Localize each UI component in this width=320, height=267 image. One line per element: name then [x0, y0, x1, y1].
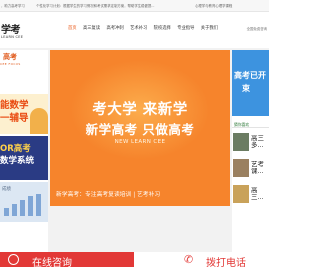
bar-graphic — [4, 194, 44, 216]
hero-subheadline: 新学高考 只做高考 — [85, 122, 195, 137]
article-title: 高三多... — [251, 135, 264, 149]
hero-caption-bar: 新学高考：专注高考复读培训 | 艺考补习 — [50, 182, 230, 206]
hero-caption: 新学高考：专注高考复读培训 | 艺考补习 — [56, 192, 161, 198]
main-nav: 首页 高三复读 高考冲刺 艺术补习 院校选择 专业指导 关于我们 — [68, 25, 223, 33]
sidebar-section-heading: 猜你喜欢 — [232, 120, 269, 128]
promo-tile-subtitle: CEE FOCUS — [0, 62, 21, 66]
nav-major-guide[interactable]: 专业指导 — [177, 25, 194, 31]
promo-tile-line: 一辅导 — [0, 113, 29, 124]
nav-school-select[interactable]: 院校选择 — [154, 25, 171, 31]
site-logo[interactable]: 学考 LEARN CEE — [0, 14, 48, 44]
article-title: 高三... — [251, 187, 264, 201]
nav-about[interactable]: 关于我们 — [201, 25, 218, 31]
sidebar-ad-line: 高考已开 — [234, 71, 266, 80]
sidebar-ad[interactable]: 高考已开 束 — [232, 50, 269, 116]
sidebar-ad-line: 束 — [242, 84, 250, 93]
page: ，助力高考学习 个性化学习计划：根据学生的学习情况和考试需求定制方案，帮助学生稳… — [0, 0, 269, 267]
left-promo-column: 高考 CEE FOCUS 能数学 一辅导 OR高考 数学系统 成绩 — [0, 50, 48, 267]
article-title: 艺考课... — [251, 161, 264, 175]
nav-sprint[interactable]: 高考冲刺 — [107, 25, 124, 31]
promo-tile-line: 能数学 — [0, 100, 29, 111]
site-header: 学考 LEARN CEE 首页 高三复读 高考冲刺 艺术补习 院校选择 专业指导… — [0, 12, 269, 48]
sidebar-article[interactable]: 高三多... — [232, 132, 269, 152]
logo-subtitle: LEARN CEE — [1, 35, 24, 39]
student-illustration — [30, 108, 48, 134]
topbar-item[interactable]: 个性化学习计划：根据学生的学习情况和考试需求定制方案，帮助学生稳健提... — [36, 3, 155, 8]
online-consult-button[interactable]: 在线咨询 — [0, 252, 134, 267]
top-info-strip: ，助力高考学习 个性化学习计划：根据学生的学习情况和考试需求定制方案，帮助学生稳… — [0, 0, 269, 12]
hero-english-tagline: NEW LEARN CEE — [114, 139, 166, 145]
right-sidebar: 高考已开 束 猜你喜欢 高三多... 艺考课... 高三... — [232, 50, 269, 267]
free-consult-text[interactable]: 全国免费咨询 — [247, 26, 267, 31]
phone-icon: ✆ — [184, 253, 194, 266]
logo-text: 学考 — [1, 25, 21, 36]
promo-tile-system[interactable]: OR高考 数学系统 — [0, 136, 48, 180]
call-label: 拨打电话 — [206, 258, 246, 267]
promo-tile-title: 成绩 — [2, 187, 11, 192]
promo-tile-scores[interactable]: 成绩 — [0, 182, 48, 222]
promo-tile-cee[interactable]: 高考 CEE FOCUS — [0, 50, 48, 94]
sidebar-article[interactable]: 高三... — [232, 184, 269, 204]
promo-tile-line: OR高考 — [0, 144, 31, 154]
nav-home[interactable]: 首页 — [68, 25, 77, 31]
article-thumbnail — [233, 159, 249, 177]
article-thumbnail — [233, 133, 249, 151]
article-thumbnail — [233, 185, 249, 203]
sidebar-article[interactable]: 艺考课... — [232, 158, 269, 178]
topbar-item: ，助力高考学习 — [1, 4, 25, 8]
nav-repeat-class[interactable]: 高三复读 — [83, 25, 100, 31]
nav-art-tutoring[interactable]: 艺术补习 — [130, 25, 147, 31]
topbar-item[interactable]: 心理学与教育心理学课程 — [195, 3, 232, 8]
chat-bubble-icon — [8, 254, 19, 265]
promo-tile-title: 高考 — [3, 53, 17, 61]
online-consult-label: 在线咨询 — [32, 258, 72, 267]
promo-tile-line: 数学系统 — [0, 156, 35, 166]
promo-tile-math[interactable]: 能数学 一辅导 — [0, 94, 48, 134]
hero-headline: 考大学 来新学 — [92, 102, 188, 118]
call-button[interactable]: ✆ 拨打电话 — [134, 252, 269, 267]
